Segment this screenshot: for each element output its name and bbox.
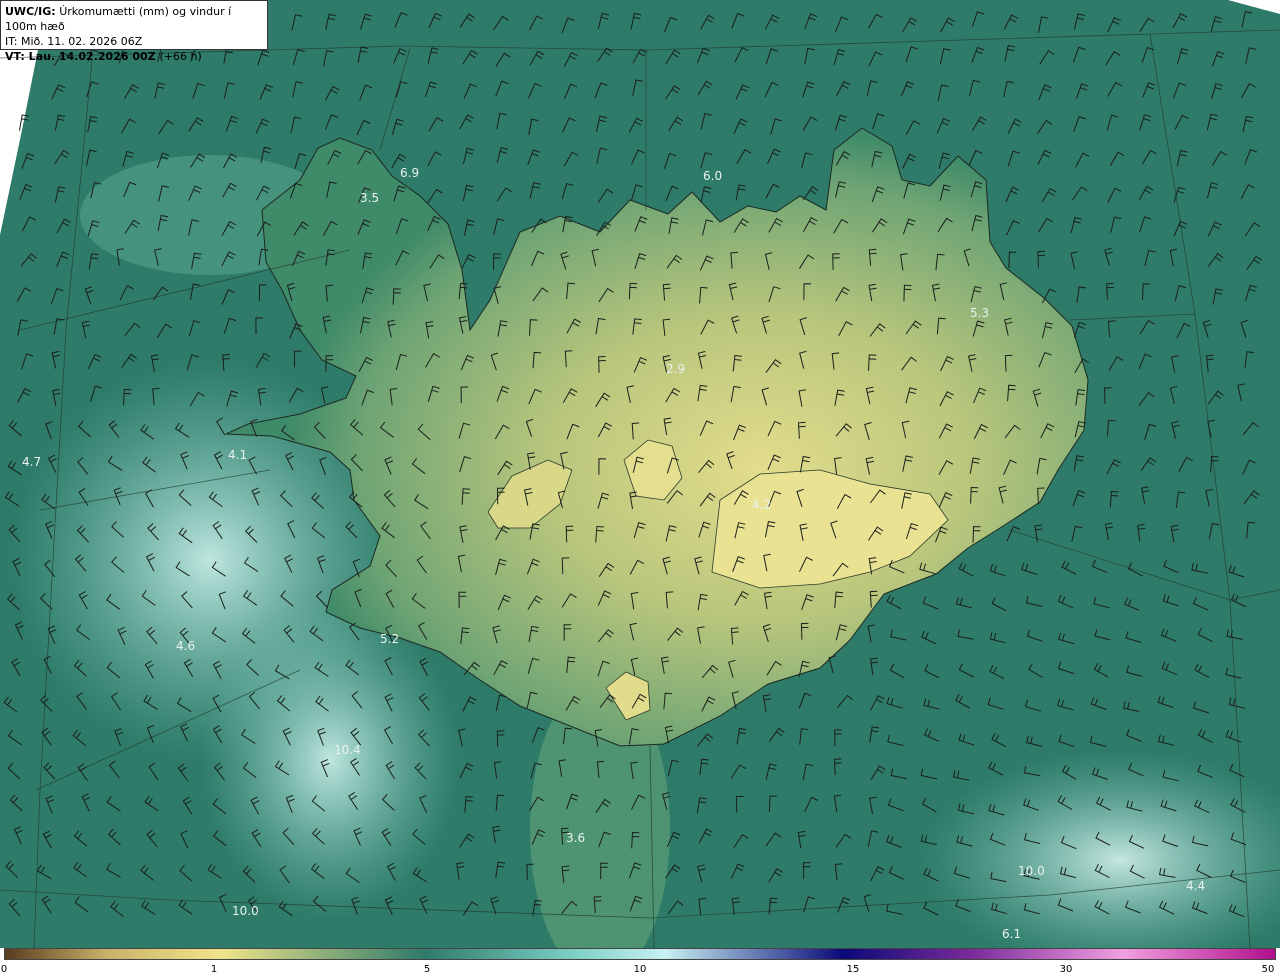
forecast-map: 6.9 3.5 6.0 5.3 2.9 4.7 4.1 4.2 5.2 4.6 …	[0, 0, 1280, 948]
colorbar-tick: 1	[210, 964, 218, 975]
colorbar	[4, 948, 1276, 960]
map-value-label: 5.3	[970, 306, 989, 320]
valid-time: VT: Lau. 14.02.2026 00Z	[5, 50, 156, 63]
precip-area-southwest	[200, 600, 460, 920]
colorbar-tick: 30	[1059, 964, 1073, 975]
map-value-label: 4.2	[752, 498, 771, 512]
title-line: UWC/IG: Úrkomumætti (mm) og vindur í 100…	[5, 4, 263, 34]
init-time: IT: Mið. 11. 02. 2026 06Z	[5, 35, 143, 48]
map-value-label: 4.1	[228, 448, 247, 462]
colorbar-tick: 50	[1261, 964, 1275, 975]
colorbar-legend: 0 1 5 10 15 30 50	[0, 948, 1280, 978]
map-value-label: 3.5	[360, 191, 379, 205]
map-value-label: 3.6	[566, 831, 585, 845]
lead-time: (+66 h)	[159, 50, 202, 63]
valid-time-line: VT: Lau. 14.02.2026 00Z (+66 h)	[5, 49, 263, 64]
colorbar-tick: 10	[633, 964, 647, 975]
colorbar-tick: 5	[423, 964, 431, 975]
map-canvas: 6.9 3.5 6.0 5.3 2.9 4.7 4.1 4.2 5.2 4.6 …	[0, 0, 1280, 948]
map-value-label: 2.9	[666, 362, 685, 376]
map-value-label: 10.4	[334, 743, 361, 757]
map-value-label: 4.7	[22, 455, 41, 469]
colorbar-tick: 0	[0, 964, 8, 975]
map-value-label: 10.0	[1018, 864, 1045, 878]
map-value-label: 5.2	[380, 632, 399, 646]
map-value-label: 6.9	[400, 166, 419, 180]
map-value-label: 4.4	[1186, 879, 1205, 893]
map-value-label: 6.0	[703, 169, 722, 183]
map-value-label: 6.1	[1002, 927, 1021, 941]
colorbar-tick: 15	[846, 964, 860, 975]
map-value-label: 4.6	[176, 639, 195, 653]
map-info-box: UWC/IG: Úrkomumætti (mm) og vindur í 100…	[0, 0, 268, 63]
model-label: UWC/IG:	[5, 5, 56, 18]
map-value-label: 10.0	[232, 904, 259, 918]
